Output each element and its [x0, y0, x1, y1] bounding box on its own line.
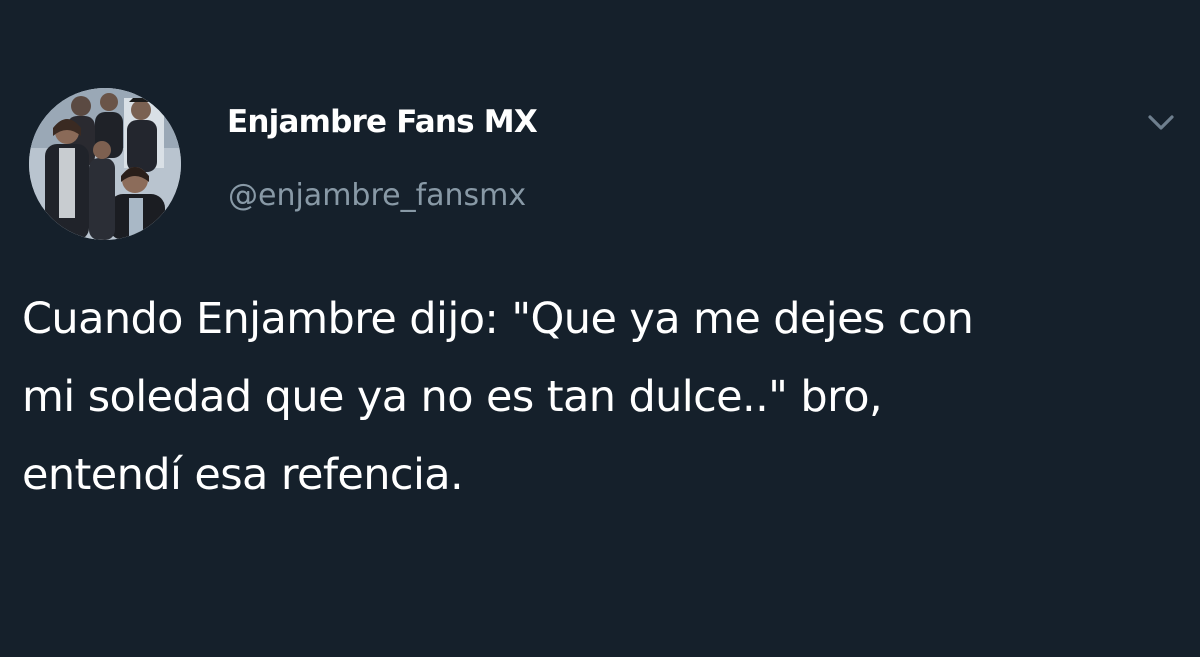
tweet-text-line: mi soledad que ya no es tan dulce.." bro…	[22, 372, 883, 422]
chevron-down-icon	[1148, 115, 1174, 130]
tweet-menu-button[interactable]	[1144, 108, 1178, 138]
band-photo-icon	[29, 88, 181, 240]
avatar[interactable]	[29, 88, 181, 240]
author-display-name[interactable]: Enjambre Fans MX	[227, 104, 538, 140]
tweet-card: Enjambre Fans MX @enjambre_fansmx Cuando…	[0, 0, 1200, 657]
tweet-text-line: entendí esa refencia.	[22, 450, 464, 500]
tweet-text-line: Cuando Enjambre dijo: "Que ya me dejes c…	[22, 294, 974, 344]
author-handle[interactable]: @enjambre_fansmx	[228, 178, 526, 213]
tweet-text: Cuando Enjambre dijo: "Que ya me dejes c…	[22, 280, 1182, 514]
